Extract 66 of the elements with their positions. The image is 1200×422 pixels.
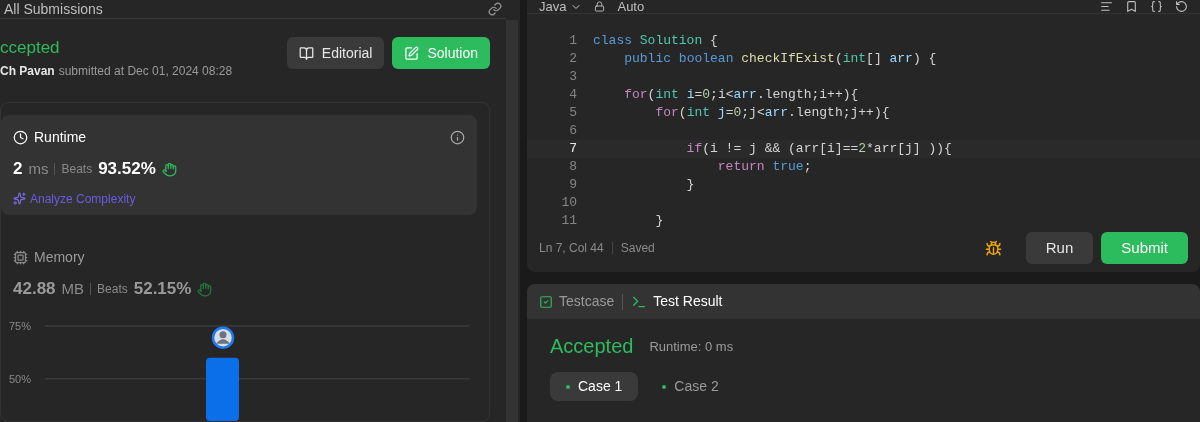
code-line: for(int j=0;j<arr.length;j++){ (654, 104, 890, 122)
case-tab[interactable]: Case 1 (550, 372, 639, 401)
beats-label: Beats (97, 281, 128, 298)
run-button[interactable]: Run (1025, 232, 1094, 264)
metric-unit: ms (28, 158, 49, 179)
metric-title: Runtime (34, 128, 87, 148)
braces-icon[interactable] (1150, 0, 1163, 13)
metric-card[interactable]: Runtime 2 ms Beats 93.52% Analyze Complexity (1, 115, 477, 216)
clap-icon (197, 281, 213, 297)
code-line: for(int i=0;i<arr.length;i++){ (623, 86, 859, 104)
code-line: public boolean checkIfExist(int[] arr) { (623, 50, 937, 68)
beats-percent: 93.52% (98, 158, 156, 181)
submitted-time: submitted at Dec 01, 2024 08:28 (58, 63, 233, 81)
verdict-text: Accepted (550, 336, 634, 356)
editorial-button[interactable]: Editorial (286, 37, 385, 69)
code-line: if(i != j && (arr[i]==2*arr[j] )){ (685, 140, 952, 158)
avatar-icon (211, 326, 235, 349)
line-number: 3 (568, 68, 577, 86)
metric-title: Memory (34, 248, 85, 268)
code-line: } (685, 176, 695, 194)
book-icon (298, 45, 314, 61)
code-line: return true; (716, 158, 812, 176)
language-selector[interactable]: Java (539, 0, 583, 13)
beats-label: Beats (61, 161, 93, 178)
bug-icon[interactable] (984, 239, 1002, 257)
line-number: 7 (568, 140, 577, 158)
panel-tab[interactable]: Test Result (631, 291, 723, 312)
link-icon[interactable] (488, 2, 502, 16)
metric-card[interactable]: Memory 42.88 MB Beats 52.15% (1, 235, 477, 316)
metric-value: 2 (13, 158, 23, 181)
line-number: 2 (568, 50, 577, 68)
save-status: Saved (620, 240, 655, 257)
case-tab[interactable]: Case 2 (646, 372, 735, 401)
beats-percent: 52.15% (133, 278, 192, 301)
line-number: 4 (568, 86, 577, 104)
panel-tab[interactable]: Testcase (539, 291, 615, 312)
mode-label: Auto (617, 0, 645, 13)
clap-icon (161, 161, 177, 177)
code-line: class Solution { (593, 32, 718, 50)
y-tick-label: 50% (9, 372, 32, 385)
reset-icon[interactable] (1175, 0, 1188, 13)
runtime-text: Runtime: 0 ms (649, 337, 734, 356)
chip-icon (13, 250, 28, 266)
author-name[interactable]: Ch Pavan (0, 62, 55, 81)
line-number: 10 (560, 194, 577, 212)
metric-unit: MB (61, 278, 85, 299)
line-number: 8 (568, 158, 577, 176)
line-number: 1 (568, 32, 577, 50)
line-number: 5 (568, 104, 577, 122)
clock-icon (13, 130, 28, 146)
info-icon[interactable] (450, 130, 465, 146)
line-number: 9 (568, 176, 577, 194)
code-line: } (654, 212, 664, 230)
format-icon[interactable] (1100, 0, 1113, 13)
edit-icon (404, 45, 420, 61)
line-number: 11 (560, 212, 577, 230)
sparkle-icon (13, 192, 26, 206)
cursor-position: Ln 7, Col 44 (539, 240, 604, 257)
bookmark-icon[interactable] (1125, 0, 1138, 13)
line-number: 6 (568, 122, 577, 140)
metric-value: 42.88 (13, 278, 56, 301)
y-tick-label: 75% (9, 320, 32, 332)
lock-icon (594, 1, 606, 12)
status-text: ccepted (0, 37, 61, 59)
panel-title: All Submissions (4, 2, 103, 16)
checkbox-icon (539, 294, 553, 309)
